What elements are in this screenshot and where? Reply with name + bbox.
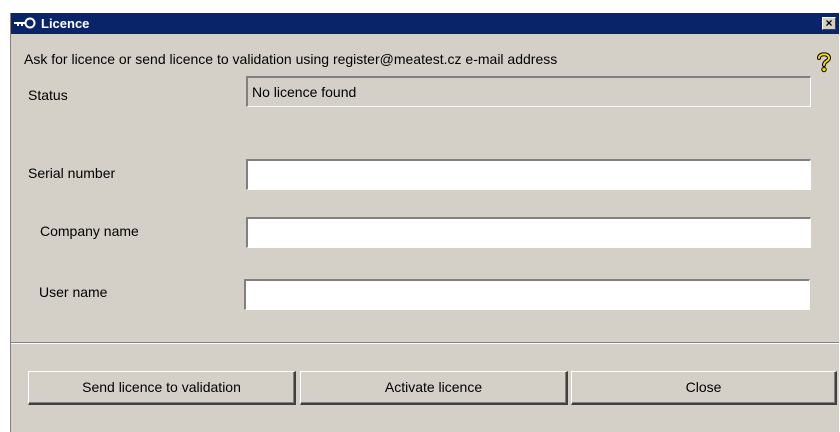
- window-title: Licence: [41, 16, 90, 31]
- help-question-icon[interactable]: [815, 51, 833, 73]
- company-name-label: Company name: [40, 223, 139, 239]
- status-label: Status: [28, 87, 68, 103]
- licence-dialog: Licence × Ask for licence or send licenc…: [10, 13, 839, 432]
- title-bar[interactable]: Licence ×: [11, 13, 839, 34]
- company-name-input[interactable]: [246, 217, 811, 248]
- user-name-label: User name: [39, 284, 108, 300]
- key-icon: [14, 17, 36, 29]
- user-name-input[interactable]: [244, 279, 810, 310]
- instructions-text: Ask for licence or send licence to valid…: [24, 51, 558, 67]
- send-licence-button[interactable]: Send licence to validation: [28, 371, 296, 405]
- serial-number-label: Serial number: [28, 165, 116, 181]
- close-button[interactable]: Close: [571, 371, 837, 405]
- activate-licence-button[interactable]: Activate licence: [300, 371, 568, 405]
- serial-number-input[interactable]: [246, 159, 811, 190]
- separator: [11, 342, 839, 344]
- close-icon[interactable]: ×: [822, 17, 836, 30]
- status-field: [246, 76, 811, 107]
